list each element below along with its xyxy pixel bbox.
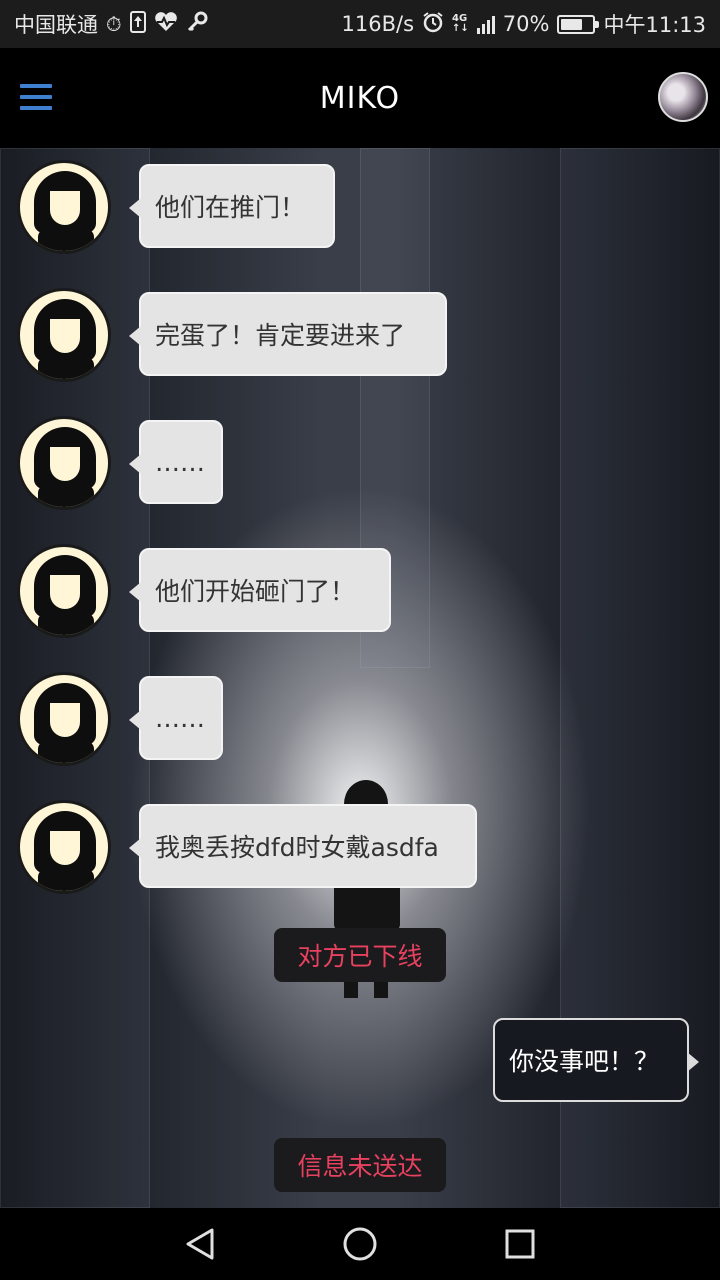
back-triangle-icon[interactable]	[180, 1224, 220, 1264]
incoming-bubble[interactable]: 完蛋了！肯定要进来了	[129, 292, 447, 376]
undelivered-notice: 信息未送达	[274, 1138, 446, 1192]
outgoing-bubble[interactable]: 你没事吧！？	[493, 1018, 699, 1102]
profile-avatar[interactable]	[658, 72, 708, 122]
network-speed: 116B/s	[341, 12, 415, 36]
miko-avatar[interactable]	[17, 416, 111, 510]
heart-rate-icon	[154, 11, 178, 37]
hamburger-menu-icon[interactable]	[20, 84, 52, 110]
timer-icon: ⏱	[106, 12, 122, 36]
miko-avatar[interactable]	[17, 672, 111, 766]
navigation-bar	[0, 1208, 720, 1280]
miko-avatar[interactable]	[17, 544, 111, 638]
clock: 中午11:13	[603, 13, 706, 37]
miko-avatar[interactable]	[17, 288, 111, 382]
title-bar: MIKO	[0, 48, 720, 148]
signal-icon	[476, 14, 495, 34]
incoming-bubble[interactable]: 他们在推门！	[129, 164, 335, 248]
key-icon	[186, 11, 208, 38]
battery-percent: 70%	[502, 12, 550, 36]
home-circle-icon[interactable]	[340, 1224, 380, 1264]
offline-notice: 对方已下线	[274, 928, 446, 982]
incoming-bubble[interactable]: 我奥丢按dfd时女戴asdfa	[129, 804, 477, 888]
incoming-bubble[interactable]: ……	[129, 676, 223, 760]
chat-area[interactable]: 他们在推门！ 完蛋了！肯定要进来了 …… 他们开始砸门了！ …… 我奥丢按dfd…	[0, 148, 720, 1208]
incoming-bubble[interactable]: 他们开始砸门了！	[129, 548, 391, 632]
incoming-bubble[interactable]: ……	[129, 420, 223, 504]
upload-icon	[129, 10, 146, 38]
miko-avatar[interactable]	[17, 800, 111, 894]
chat-screen: 中国联通 ⏱ 116B/s 4G ↑↓ 70% 中午11:13 MIKO 他们在…	[0, 0, 720, 1280]
carrier-label: 中国联通	[14, 13, 98, 37]
chat-title: MIKO	[319, 80, 401, 116]
battery-icon	[557, 14, 600, 34]
4g-icon: 4G ↑↓	[452, 13, 469, 34]
recents-square-icon[interactable]	[500, 1224, 540, 1264]
miko-avatar[interactable]	[17, 160, 111, 254]
alarm-icon	[422, 11, 444, 38]
status-bar: 中国联通 ⏱ 116B/s 4G ↑↓ 70% 中午11:13	[0, 0, 720, 48]
